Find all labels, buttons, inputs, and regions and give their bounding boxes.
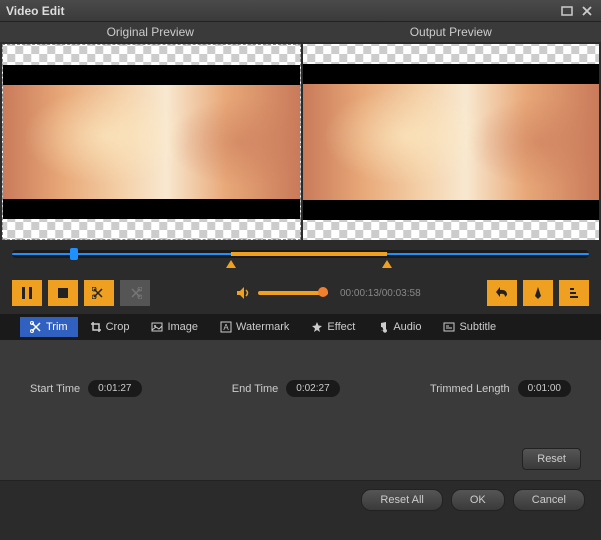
tab-trim[interactable]: Trim <box>20 317 78 337</box>
start-time-value[interactable]: 0:01:27 <box>88 380 141 397</box>
watermark-icon: A <box>220 321 232 333</box>
right-playback-controls <box>487 280 589 306</box>
close-icon[interactable] <box>579 4 595 18</box>
volume-slider[interactable] <box>258 291 328 295</box>
start-time-field: Start Time 0:01:27 <box>30 380 142 397</box>
reset-all-button[interactable]: Reset All <box>361 489 442 511</box>
tab-crop[interactable]: Crop <box>80 317 140 337</box>
undo-button[interactable] <box>487 280 517 306</box>
step-button[interactable] <box>559 280 589 306</box>
trimmed-length-value: 0:01:00 <box>518 380 571 397</box>
tab-label: Watermark <box>236 321 289 333</box>
trim-end-marker[interactable] <box>382 260 392 268</box>
marker-button[interactable] <box>523 280 553 306</box>
image-icon <box>151 321 163 333</box>
note-icon <box>377 321 389 333</box>
timecode-display: 00:00:13/00:03:58 <box>340 288 421 299</box>
tab-label: Audio <box>393 321 421 333</box>
titlebar: Video Edit <box>0 0 601 22</box>
original-preview-image <box>3 85 300 199</box>
cut-end-button[interactable] <box>120 280 150 306</box>
subtitle-icon <box>443 321 455 333</box>
scissors-icon <box>30 321 42 333</box>
preview-headers: Original Preview Output Preview <box>0 22 601 42</box>
star-icon <box>311 321 323 333</box>
timeline-track[interactable] <box>12 250 589 258</box>
tab-label: Image <box>167 321 198 333</box>
trim-panel: Start Time 0:01:27 End Time 0:02:27 Trim… <box>0 340 601 480</box>
tab-image[interactable]: Image <box>141 317 208 337</box>
timeline-markers <box>12 264 589 272</box>
output-preview-image <box>303 84 600 200</box>
window-title: Video Edit <box>6 4 64 18</box>
ok-button[interactable]: OK <box>451 489 505 511</box>
output-preview-label: Output Preview <box>301 22 601 42</box>
trimmed-length-label: Trimmed Length <box>430 383 510 395</box>
tab-watermark[interactable]: A Watermark <box>210 317 299 337</box>
crop-icon <box>90 321 102 333</box>
original-preview-pane[interactable] <box>2 44 301 240</box>
timeline-playhead[interactable] <box>70 248 78 260</box>
playback-controls: 00:00:13/00:03:58 <box>0 276 601 314</box>
cut-start-button[interactable] <box>84 280 114 306</box>
footer: Reset All OK Cancel <box>0 480 601 518</box>
tab-label: Crop <box>106 321 130 333</box>
cancel-button[interactable]: Cancel <box>513 489 585 511</box>
edit-tabs: Trim Crop Image A Watermark Effect Audio Subtit… <box>0 314 601 340</box>
tab-label: Effect <box>327 321 355 333</box>
maximize-icon[interactable] <box>559 4 575 18</box>
output-preview-pane <box>303 44 600 240</box>
tab-label: Trim <box>46 321 68 333</box>
start-time-label: Start Time <box>30 383 80 395</box>
pause-button[interactable] <box>12 280 42 306</box>
volume-knob[interactable] <box>318 287 328 297</box>
tab-label: Subtitle <box>459 321 496 333</box>
preview-row <box>0 42 601 242</box>
end-time-value[interactable]: 0:02:27 <box>286 380 339 397</box>
svg-text:A: A <box>223 323 229 332</box>
end-time-label: End Time <box>232 383 278 395</box>
original-preview-label: Original Preview <box>0 22 301 42</box>
volume-group: 00:00:13/00:03:58 <box>236 286 421 300</box>
stop-button[interactable] <box>48 280 78 306</box>
volume-icon[interactable] <box>236 286 252 300</box>
window-controls <box>559 4 595 18</box>
tab-audio[interactable]: Audio <box>367 317 431 337</box>
tab-subtitle[interactable]: Subtitle <box>433 317 506 337</box>
trim-fields: Start Time 0:01:27 End Time 0:02:27 Trim… <box>30 380 571 397</box>
trim-start-marker[interactable] <box>226 260 236 268</box>
timeline-trim-range <box>231 252 387 256</box>
reset-button[interactable]: Reset <box>522 448 581 470</box>
end-time-field: End Time 0:02:27 <box>232 380 340 397</box>
timeline-section <box>0 242 601 276</box>
trimmed-length-field: Trimmed Length 0:01:00 <box>430 380 571 397</box>
tab-effect[interactable]: Effect <box>301 317 365 337</box>
